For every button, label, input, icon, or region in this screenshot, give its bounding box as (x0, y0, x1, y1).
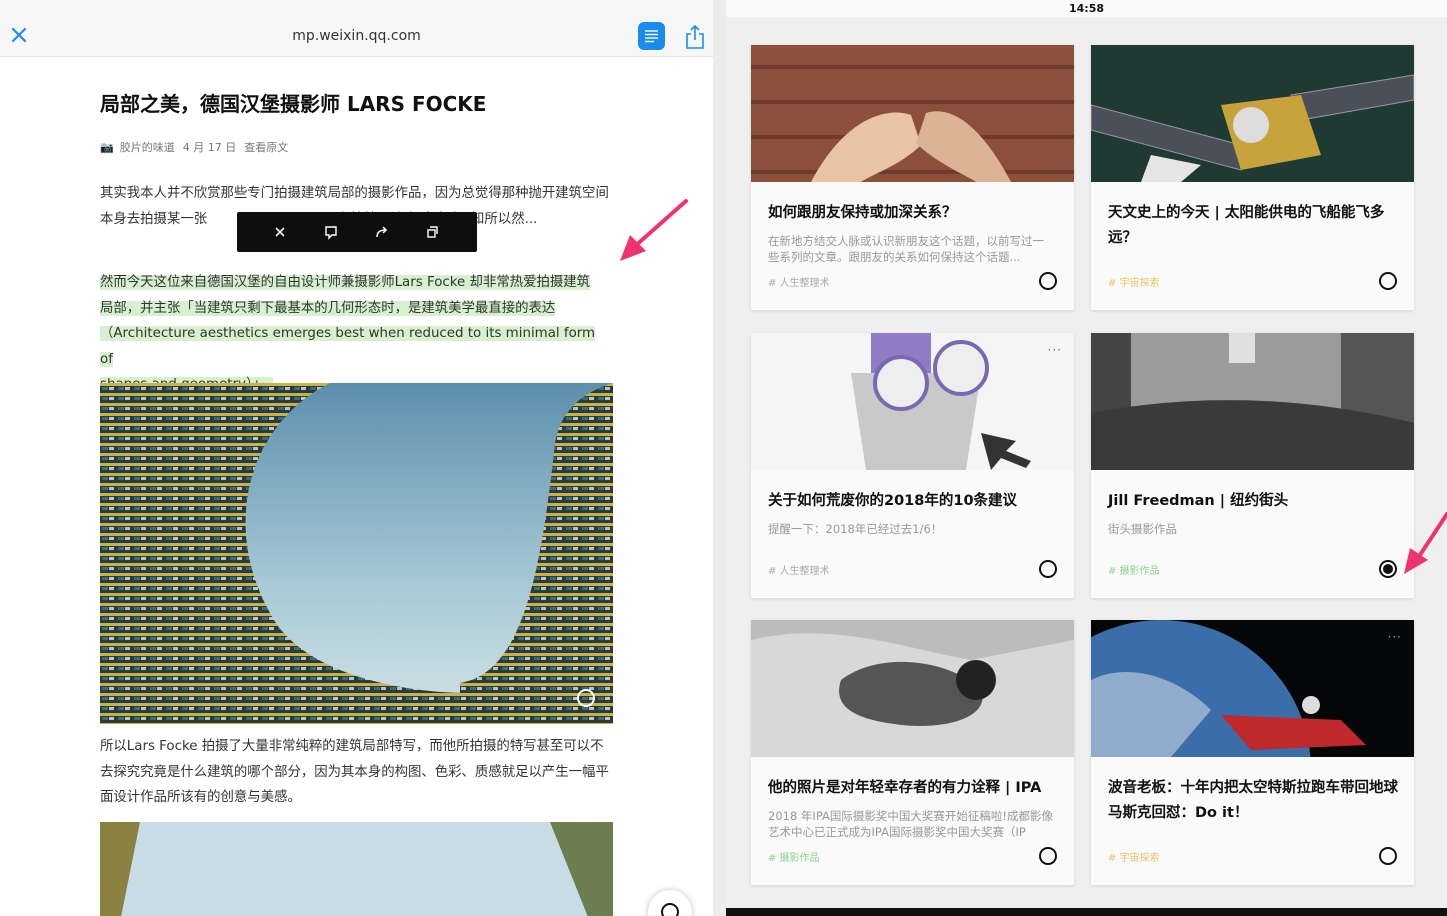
card-thumbnail (1091, 45, 1414, 182)
card-tag[interactable]: # 摄影作品 (768, 849, 820, 864)
browser-toolbar: mp.weixin.qq.com (0, 0, 713, 57)
more-icon[interactable]: ··· (1048, 343, 1062, 357)
card-title: Jill Freedman | 纽约街头 (1108, 493, 1289, 509)
reader-mode-button[interactable] (638, 22, 665, 50)
camera-icon: 📷 (100, 141, 114, 154)
article-card[interactable]: Jill Freedman | 纽约街头 街头摄影作品 # 摄影作品 (1091, 333, 1414, 598)
annotation-arrow-icon (1404, 512, 1447, 574)
article-date: 4 月 17 日 (182, 141, 237, 154)
card-thumbnail (751, 45, 1074, 182)
card-complete-toggle[interactable] (1379, 847, 1397, 865)
share-icon[interactable] (684, 24, 706, 50)
card-complete-toggle[interactable] (1039, 272, 1057, 290)
card-title: 波音老板：十年内把太空特斯拉跑车带回地球 马斯克回怼：Do it！ (1108, 780, 1398, 821)
highlight-line: 局部，并主张「当建筑只剩下最基本的几何形态时，是建筑美学最直接的表达 (100, 300, 556, 316)
card-tag[interactable]: # 摄影作品 (1108, 562, 1160, 577)
card-description: 提醒一下：2018年已经过去1/6！ (768, 522, 943, 536)
annotation-arrow-icon (620, 199, 688, 261)
selection-popup-menu (237, 212, 477, 252)
card-complete-toggle[interactable] (1039, 560, 1057, 578)
card-title: 天文史上的今天 | 太阳能供电的飞船能飞多远？ (1108, 205, 1385, 246)
card-tag[interactable]: # 人生整理术 (768, 274, 830, 289)
forward-icon[interactable] (374, 224, 390, 240)
card-tag[interactable]: # 宇宙探索 (1108, 274, 1160, 289)
paragraph-3: 所以Lars Focke 拍摄了大量非常纯粹的建筑局部特写，而他所拍摄的特写甚至… (100, 739, 609, 805)
image-select-ring[interactable] (577, 689, 595, 707)
article-photo-building[interactable] (100, 383, 613, 724)
article-card[interactable]: 天文史上的今天 | 太阳能供电的飞船能飞多远？ # 宇宙探索 (1091, 45, 1414, 310)
reader-mode-icon (645, 30, 658, 43)
card-title: 他的照片是对年轻幸存者的有力诠释 | IPA (768, 780, 1042, 796)
card-thumbnail: ··· (751, 333, 1074, 470)
article-photo-building-2[interactable] (100, 822, 613, 916)
card-complete-toggle-checked[interactable] (1379, 560, 1397, 578)
reader-pane: mp.weixin.qq.com 局部之美，德国汉堡摄影师 LARS FOCKE… (0, 0, 713, 916)
floating-select-button[interactable] (648, 890, 692, 916)
card-tag[interactable]: # 宇宙探索 (1108, 849, 1160, 864)
close-icon[interactable] (272, 224, 288, 240)
copy-icon[interactable] (425, 224, 441, 240)
highlight-line: （Architecture aesthetics emerges best wh… (100, 326, 596, 367)
home-indicator-bar (726, 908, 1447, 916)
card-thumbnail (1091, 333, 1414, 470)
article-card[interactable]: 他的照片是对年轻幸存者的有力诠释 | IPA 2018 年IPA国际摄影奖中国大… (751, 620, 1074, 885)
card-tag[interactable]: # 人生整理术 (768, 562, 830, 577)
card-complete-toggle[interactable] (1379, 272, 1397, 290)
card-description: 街头摄影作品 (1108, 522, 1177, 536)
card-complete-toggle[interactable] (1039, 847, 1057, 865)
highlight-line: 然而今天这位来自德国汉堡的自由设计师兼摄影师Lars Focke 却非常热爱拍摄… (100, 275, 591, 290)
card-description: 2018 年IPA国际摄影奖中国大奖赛开始征稿啦!成都影像艺术中心已正式成为IP… (768, 809, 1053, 839)
status-bar-time: 14:58 (726, 0, 1447, 17)
article-meta: 📷 胶片的味道 4 月 17 日查看原文 (100, 139, 296, 155)
card-title: 关于如何荒废你的2018年的10条建议 (768, 493, 1018, 509)
card-thumbnail: ··· (1091, 620, 1414, 757)
paragraph-2-highlighted[interactable]: 然而今天这位来自德国汉堡的自由设计师兼摄影师Lars Focke 却非常热爱拍摄… (100, 270, 610, 398)
card-description: 在新地方结交人脉或认识新朋友这个话题，以前写过一些系列的文章。跟朋友的关系如何保… (768, 234, 1044, 264)
article-author[interactable]: 胶片的味道 (120, 141, 175, 154)
article-card[interactable]: 如何跟朋友保持或加深关系？ 在新地方结交人脉或认识新朋友这个话题，以前写过一些系… (751, 45, 1074, 310)
card-grid-pane: 14:58 如何跟朋友保持或加深关系？ 在新地方结交人脉或认识新朋友这个话题，以… (726, 0, 1447, 916)
url-label[interactable]: mp.weixin.qq.com (0, 28, 713, 44)
article-card[interactable]: ··· 关于如何荒废你的2018年的10条建议 提醒一下：2018年已经过去1/… (751, 333, 1074, 598)
card-thumbnail (751, 620, 1074, 757)
article-card[interactable]: ··· 波音老板：十年内把太空特斯拉跑车带回地球 马斯克回怼：Do it！ # … (1091, 620, 1414, 885)
article-title: 局部之美，德国汉堡摄影师 LARS FOCKE (100, 92, 487, 116)
more-icon[interactable]: ··· (1388, 630, 1402, 644)
comment-icon[interactable] (323, 224, 339, 240)
card-title: 如何跟朋友保持或加深关系？ (768, 205, 957, 221)
view-original-link[interactable]: 查看原文 (244, 141, 288, 154)
